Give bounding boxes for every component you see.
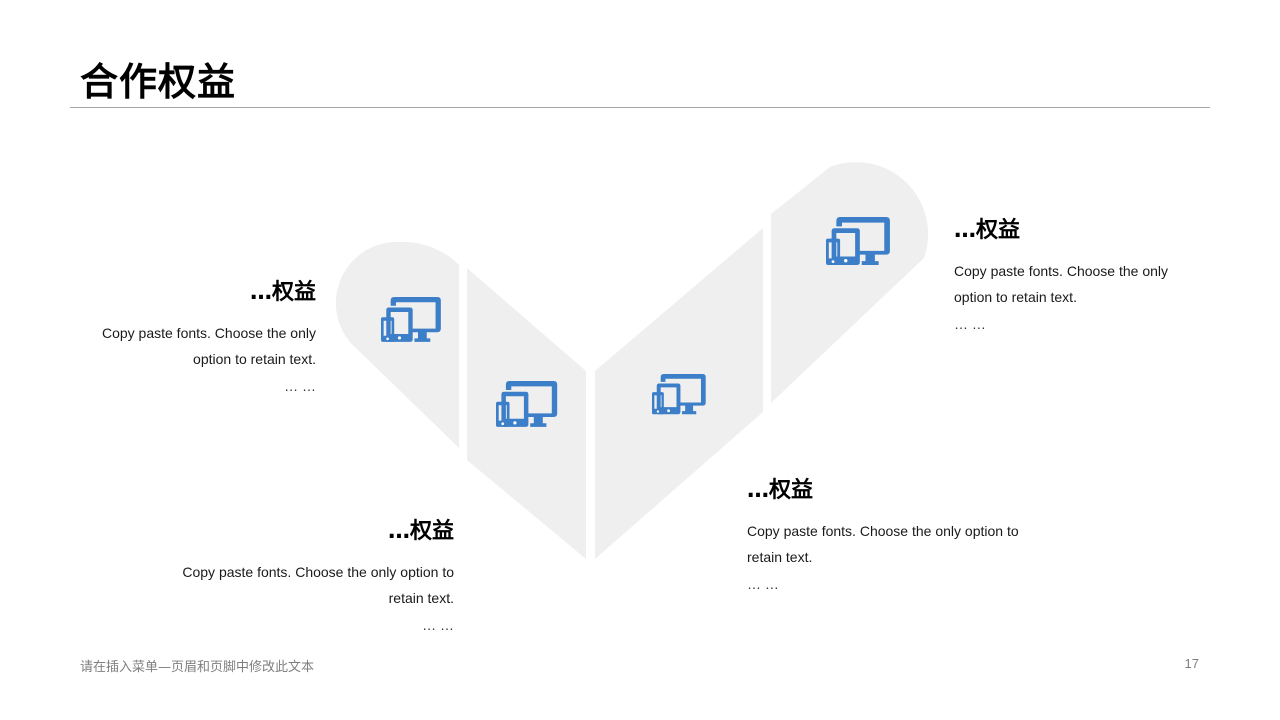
benefit-heading: …权益 — [747, 478, 814, 503]
benefit-block-4: …权益 Copy paste fonts. Choose the only op… — [954, 216, 1214, 338]
benefit-ellipsis: … … — [747, 576, 779, 592]
benefit-heading: …权益 — [249, 280, 316, 305]
benefit-text-line-1: Copy paste fonts. Choose the only — [954, 263, 1169, 279]
benefit-heading: …权益 — [387, 519, 454, 544]
benefit-block-1: …权益 Copy paste fonts. Choose the only op… — [56, 278, 316, 400]
benefit-ellipsis: … … — [284, 378, 316, 394]
slide: 合作权益 …权益 Copy paste fonts. Choose the on… — [0, 0, 1280, 720]
footer-text: 请在插入菜单—页眉和页脚中修改此文本 — [80, 660, 315, 675]
benefit-block-2: …权益 Copy paste fonts. Choose the only op… — [134, 517, 454, 639]
page-number: 17 — [1184, 656, 1199, 671]
shape-segment-4 — [771, 162, 929, 403]
benefit-text-line-2: option to retain text. — [954, 289, 1077, 305]
benefit-ellipsis: … … — [954, 316, 986, 332]
benefit-heading: …权益 — [954, 218, 1021, 243]
benefit-text-line-2: option to retain text. — [193, 351, 316, 367]
benefit-text-line-1: Copy paste fonts. Choose the only option… — [747, 523, 1019, 539]
benefit-text-line-1: Copy paste fonts. Choose the only option… — [182, 564, 454, 580]
benefit-block-3: …权益 Copy paste fonts. Choose the only op… — [747, 476, 1067, 598]
shape-segment-1 — [335, 241, 459, 448]
benefit-text-line-2: retain text. — [388, 590, 454, 606]
benefit-ellipsis: … … — [422, 617, 454, 633]
benefit-text-line-2: retain text. — [747, 549, 813, 565]
benefit-text-line-1: Copy paste fonts. Choose the only — [101, 325, 316, 341]
